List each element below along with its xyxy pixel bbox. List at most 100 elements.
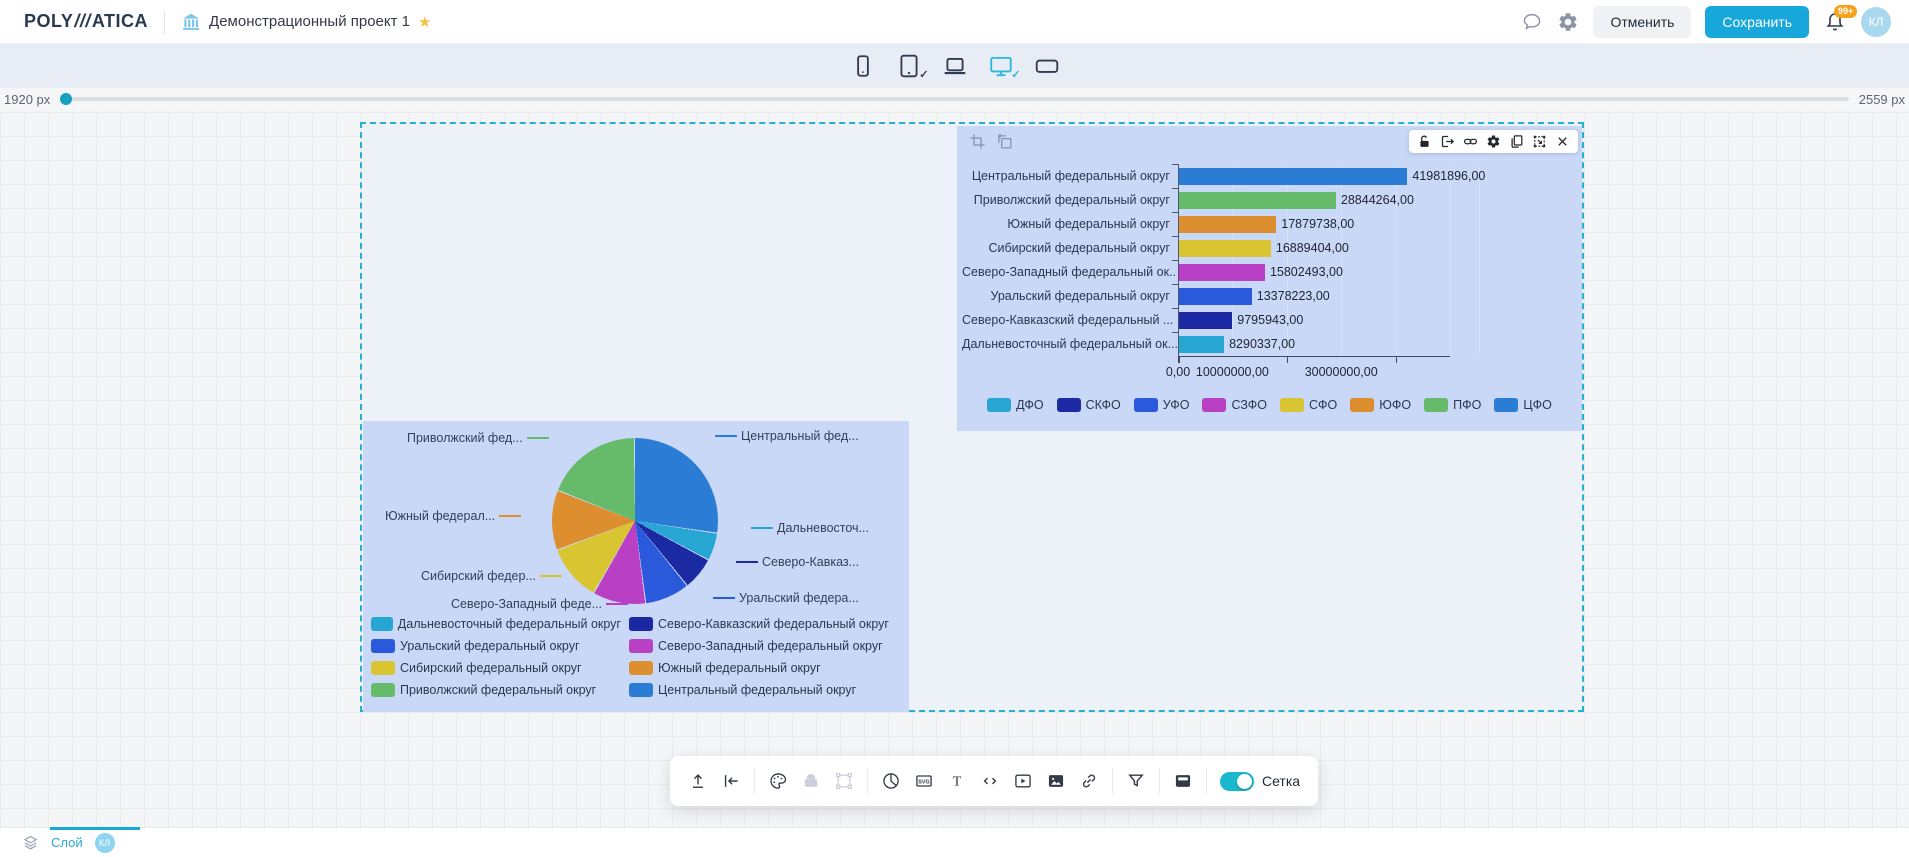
svg-text:SVG: SVG — [918, 779, 929, 785]
bar-category-label: Уральский федеральный округ — [962, 289, 1177, 303]
legend-item[interactable]: ПФО — [1424, 398, 1481, 412]
bar[interactable] — [1179, 240, 1271, 257]
legend-item[interactable]: Дальневосточный федеральный округ — [371, 617, 621, 631]
pie-leader-line — [715, 435, 737, 437]
legend-item[interactable]: СЗФО — [1202, 398, 1267, 412]
notifications-bell[interactable]: 99+ — [1823, 10, 1847, 34]
legend-item[interactable]: СКФО — [1057, 398, 1121, 412]
bar-category-label: Приволжский федеральный округ — [962, 193, 1177, 207]
bar[interactable] — [1179, 312, 1232, 329]
palette-icon[interactable] — [768, 771, 788, 791]
unlock-icon[interactable] — [1417, 134, 1432, 149]
close-icon[interactable] — [1555, 134, 1570, 149]
width-slider-track[interactable] — [60, 97, 1848, 101]
logo-slashes: /// — [74, 11, 91, 32]
bar-value-label: 16889404,00 — [1276, 241, 1349, 255]
collapse-left-icon[interactable] — [721, 771, 741, 791]
pie-chart-widget[interactable]: Центральный фед...Дальневосточ...Северо-… — [363, 421, 909, 712]
link-tool-icon[interactable] — [1079, 771, 1099, 791]
header-actions: Отменить Сохранить 99+ КЛ — [1521, 6, 1891, 38]
pie-chart-tool-icon[interactable] — [881, 771, 901, 791]
video-tool-icon[interactable] — [1013, 771, 1033, 791]
svg-tool-icon[interactable]: SVG — [914, 771, 934, 791]
legend-label: ЦФО — [1523, 398, 1551, 412]
rotate-icon[interactable] — [996, 133, 1013, 150]
legend-item[interactable]: Северо-Кавказский федеральный округ — [629, 617, 901, 631]
link-icon[interactable] — [1463, 134, 1478, 149]
avatar[interactable]: КЛ — [1861, 7, 1891, 37]
bar[interactable] — [1179, 192, 1336, 209]
cancel-button[interactable]: Отменить — [1593, 6, 1691, 38]
image-tool-icon[interactable] — [1046, 771, 1066, 791]
legend-swatch — [371, 617, 393, 631]
modal-tool-icon[interactable] — [1173, 771, 1193, 791]
grid-toggle[interactable]: Сетка — [1220, 772, 1300, 791]
pie-leader-line — [499, 515, 521, 517]
legend-label: Приволжский федеральный округ — [400, 683, 596, 697]
filter-icon[interactable] — [1126, 771, 1146, 791]
bar[interactable] — [1179, 216, 1276, 233]
crop-icon[interactable] — [969, 133, 986, 150]
bar-row: Уральский федеральный округ13378223,00 — [1179, 284, 1558, 308]
device-preview-bar: ✓ ✓ — [0, 44, 1909, 88]
legend-item[interactable]: ДФО — [987, 398, 1043, 412]
settings-gear-icon[interactable] — [1557, 11, 1579, 33]
upload-icon[interactable] — [688, 771, 708, 791]
bar[interactable] — [1179, 336, 1224, 353]
selection-region[interactable]: Центральный федеральный округ 41981896,00… — [360, 122, 1584, 712]
bar[interactable] — [1179, 288, 1252, 305]
device-widescreen-icon[interactable] — [1034, 53, 1060, 79]
legend-item[interactable]: Северо-Западный федеральный округ — [629, 639, 901, 653]
legend-item[interactable]: СФО — [1280, 398, 1337, 412]
text-tool-icon[interactable]: T — [947, 771, 967, 791]
export-icon[interactable] — [1440, 134, 1455, 149]
bar-chart-widget[interactable]: Центральный федеральный округ41981896,00… — [957, 126, 1582, 431]
legend-item[interactable]: Южный федеральный округ — [629, 661, 901, 675]
device-smartphone-icon[interactable] — [850, 53, 876, 79]
legend-swatch — [1350, 398, 1374, 412]
bar[interactable] — [1179, 264, 1265, 281]
legend-item[interactable]: ЦФО — [1494, 398, 1551, 412]
code-tool-icon[interactable] — [980, 771, 1000, 791]
duplicate-icon[interactable] — [1509, 134, 1524, 149]
width-slider-handle[interactable] — [60, 93, 72, 105]
pie-label-text: Уральский федера... — [739, 591, 859, 605]
transform-icon[interactable] — [1532, 134, 1547, 149]
layer-tab[interactable]: Слой — [51, 835, 83, 850]
bar-row: Южный федеральный округ17879738,00 — [1179, 212, 1558, 236]
device-laptop-icon[interactable] — [942, 53, 968, 79]
bar-value-label: 41981896,00 — [1412, 169, 1485, 183]
bar[interactable] — [1179, 168, 1407, 185]
polymatica-logo: POLY///ATICA — [24, 11, 148, 32]
bar-chart-plot: Центральный федеральный округ41981896,00… — [957, 164, 1582, 380]
logo-text-2: ATICA — [92, 11, 148, 32]
grid-toggle-switch[interactable] — [1220, 772, 1254, 791]
legend-label: Северо-Кавказский федеральный округ — [658, 617, 889, 631]
dashboard-canvas[interactable]: 1920 px 2559 px — [0, 88, 1909, 827]
chat-icon[interactable] — [1521, 11, 1543, 33]
legend-item[interactable]: Приволжский федеральный округ — [371, 683, 621, 697]
bar-category-label: Сибирский федеральный округ — [962, 241, 1177, 255]
device-desktop-icon[interactable]: ✓ — [988, 53, 1014, 79]
widget-settings-icon[interactable] — [1486, 134, 1501, 149]
legend-swatch — [629, 683, 653, 697]
legend-label: Дальневосточный федеральный округ — [398, 617, 621, 631]
legend-swatch — [629, 617, 653, 631]
pie-slice-label: Южный федерал... — [385, 509, 521, 523]
legend-item[interactable]: Сибирский федеральный округ — [371, 661, 621, 675]
pie-chart[interactable] — [552, 438, 718, 604]
pie-leader-line — [527, 437, 549, 439]
save-button[interactable]: Сохранить — [1705, 6, 1809, 38]
device-tablet-icon[interactable]: ✓ — [896, 53, 922, 79]
legend-label: СКФО — [1086, 398, 1121, 412]
pie-slice-label: Сибирский федер... — [421, 569, 562, 583]
legend-item[interactable]: УФО — [1134, 398, 1190, 412]
pie-slice-label: Уральский федера... — [713, 591, 859, 605]
favorite-star-icon[interactable]: ★ — [418, 13, 431, 31]
pie-label-text: Северо-Западный феде... — [451, 597, 602, 611]
pie-leader-line — [736, 561, 758, 563]
legend-item[interactable]: ЮФО — [1350, 398, 1411, 412]
widget-corner-tools — [969, 133, 1013, 150]
legend-item[interactable]: Уральский федеральный округ — [371, 639, 621, 653]
legend-item[interactable]: Центральный федеральный округ — [629, 683, 901, 697]
